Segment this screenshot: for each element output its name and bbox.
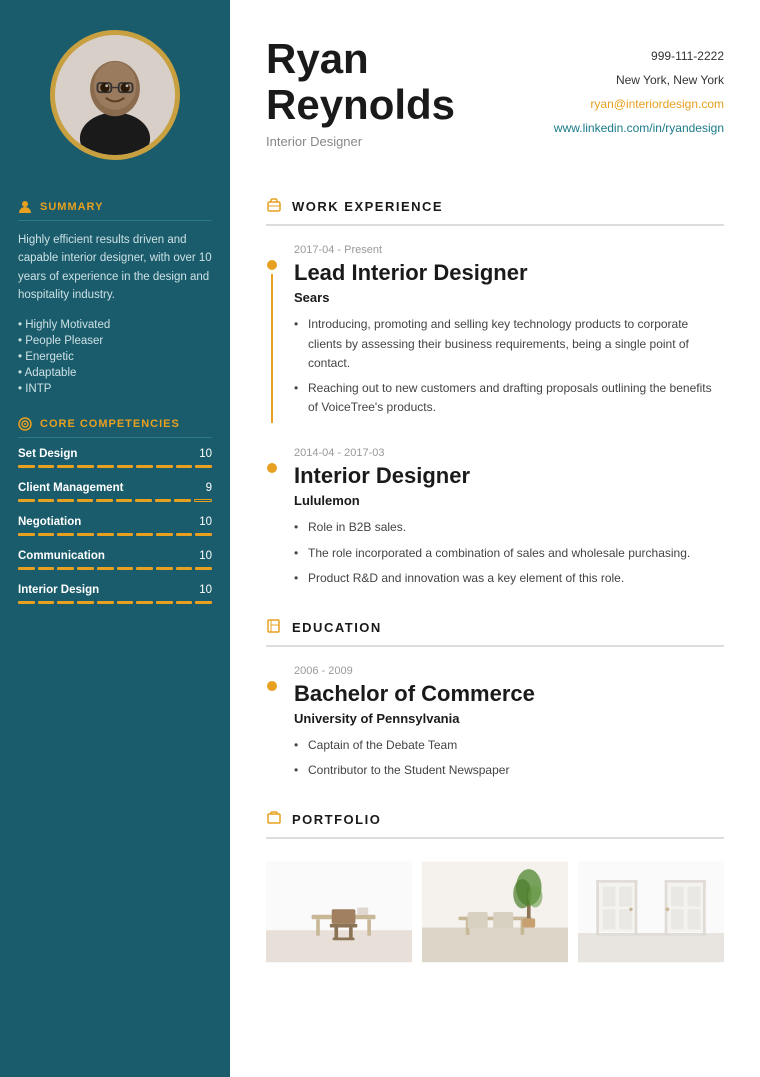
competency-bar xyxy=(18,499,212,502)
portfolio-section: PORTFOLIO xyxy=(266,810,724,967)
bullet-item: The role incorporated a combination of s… xyxy=(294,544,724,563)
bullet-item: Role in B2B sales. xyxy=(294,518,724,537)
competency-bar xyxy=(18,567,212,570)
phone: 999-111-2222 xyxy=(554,44,724,68)
competency-bar xyxy=(18,601,212,604)
resume-header: Ryan Reynolds Interior Designer 999-111-… xyxy=(266,0,724,173)
portfolio-grid xyxy=(266,857,724,967)
linkedin-link[interactable]: www.linkedin.com/in/ryandesign xyxy=(554,121,724,135)
trait-item: Adaptable xyxy=(18,365,212,381)
edu-school: University of Pennsylvania xyxy=(294,711,724,726)
resume-container: SUMMARY Highly efficient results driven … xyxy=(0,0,760,1077)
briefcase-icon xyxy=(266,197,282,216)
competency-bar xyxy=(18,533,212,536)
timeline xyxy=(266,447,278,594)
job-company: Sears xyxy=(294,290,724,305)
location: New York, New York xyxy=(554,68,724,92)
job-company: Lululemon xyxy=(294,493,724,508)
avatar xyxy=(50,30,180,160)
job-role: Lead Interior Designer xyxy=(294,260,724,286)
edu-bullets: Captain of the Debate Team Contributor t… xyxy=(294,736,724,780)
book-icon xyxy=(266,618,282,637)
job-item: 2017-04 - Present Lead Interior Designer… xyxy=(266,244,724,423)
trait-list: Highly Motivated People Pleaser Energeti… xyxy=(18,317,212,397)
portfolio-image-1 xyxy=(266,857,412,967)
timeline-dot xyxy=(267,260,277,270)
name-block: Ryan Reynolds Interior Designer xyxy=(266,36,455,149)
bullet-item: Introducing, promoting and selling key t… xyxy=(294,315,724,373)
competency-interior-design: Interior Design 10 xyxy=(18,584,212,604)
sidebar-content: SUMMARY Highly efficient results driven … xyxy=(0,180,230,618)
job-bullets: Introducing, promoting and selling key t… xyxy=(294,315,724,417)
timeline-line xyxy=(271,274,273,423)
job-date: 2017-04 - Present xyxy=(294,244,724,256)
competencies-label: CORE COMPETENCIES xyxy=(40,418,180,430)
candidate-name: Ryan Reynolds xyxy=(266,36,455,128)
job-title: Interior Designer xyxy=(266,134,455,149)
work-experience-header: WORK EXPERIENCE xyxy=(266,197,724,226)
education-label: EDUCATION xyxy=(292,620,382,635)
competencies-section-header: CORE COMPETENCIES xyxy=(18,417,212,438)
portfolio-label: PORTFOLIO xyxy=(292,812,381,827)
job-role: Interior Designer xyxy=(294,463,724,489)
competency-client-management: Client Management 9 xyxy=(18,482,212,502)
summary-section-header: SUMMARY xyxy=(18,200,212,221)
bullet-item: Reaching out to new customers and drafti… xyxy=(294,379,724,417)
person-icon xyxy=(18,200,32,214)
bullet-item: Product R&D and innovation was a key ele… xyxy=(294,569,724,588)
job-date: 2014-04 - 2017-03 xyxy=(294,447,724,459)
trait-item: Energetic xyxy=(18,349,212,365)
trait-item: INTP xyxy=(18,381,212,397)
trait-item: Highly Motivated xyxy=(18,317,212,333)
target-icon xyxy=(18,417,32,431)
summary-text: Highly efficient results driven and capa… xyxy=(18,231,212,305)
job-content: 2017-04 - Present Lead Interior Designer… xyxy=(294,244,724,423)
timeline xyxy=(266,665,278,786)
education-item: 2006 - 2009 Bachelor of Commerce Univers… xyxy=(266,665,724,786)
portfolio-image-3 xyxy=(578,857,724,967)
work-experience-label: WORK EXPERIENCE xyxy=(292,199,443,214)
bullet-item: Contributor to the Student Newspaper xyxy=(294,761,724,780)
portfolio-header: PORTFOLIO xyxy=(266,810,724,839)
main-content: Ryan Reynolds Interior Designer 999-111-… xyxy=(230,0,760,1077)
competency-bar xyxy=(18,465,212,468)
education-header: EDUCATION xyxy=(266,618,724,647)
timeline-dot xyxy=(267,463,277,473)
job-item: 2014-04 - 2017-03 Interior Designer Lulu… xyxy=(266,447,724,594)
portfolio-image-2 xyxy=(422,857,568,967)
job-bullets: Role in B2B sales. The role incorporated… xyxy=(294,518,724,588)
edu-degree: Bachelor of Commerce xyxy=(294,681,724,707)
trait-item: People Pleaser xyxy=(18,333,212,349)
work-experience-section: WORK EXPERIENCE 2017-04 - Present Lead I… xyxy=(266,197,724,594)
competency-communication: Communication 10 xyxy=(18,550,212,570)
job-content: 2014-04 - 2017-03 Interior Designer Lulu… xyxy=(294,447,724,594)
sidebar: SUMMARY Highly efficient results driven … xyxy=(0,0,230,1077)
competency-negotiation: Negotiation 10 xyxy=(18,516,212,536)
summary-label: SUMMARY xyxy=(40,201,103,213)
timeline-dot xyxy=(267,681,277,691)
competency-set-design: Set Design 10 xyxy=(18,448,212,468)
portfolio-icon xyxy=(266,810,282,829)
bullet-item: Captain of the Debate Team xyxy=(294,736,724,755)
email-link[interactable]: ryan@interiordesign.com xyxy=(590,97,724,111)
education-content: 2006 - 2009 Bachelor of Commerce Univers… xyxy=(294,665,724,786)
edu-date: 2006 - 2009 xyxy=(294,665,724,677)
timeline xyxy=(266,244,278,423)
education-section: EDUCATION 2006 - 2009 Bachelor of Commer… xyxy=(266,618,724,786)
contact-block: 999-111-2222 New York, New York ryan@int… xyxy=(554,44,724,140)
